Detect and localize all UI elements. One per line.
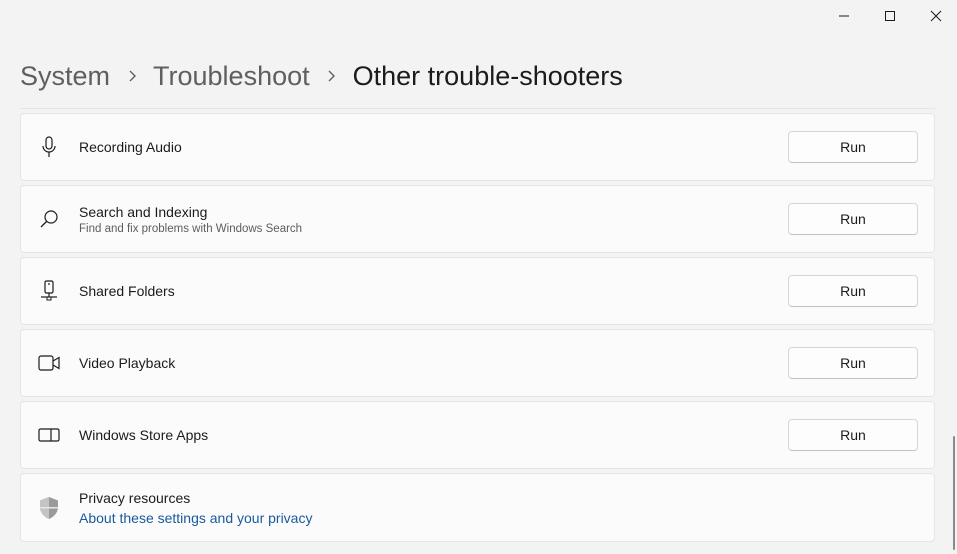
troubleshooter-recording-audio: Recording Audio Run [20, 113, 935, 181]
privacy-title: Privacy resources [79, 490, 191, 506]
scrollbar[interactable] [953, 436, 955, 550]
shield-icon [38, 497, 60, 519]
search-icon [38, 208, 60, 230]
microphone-icon [38, 136, 60, 158]
troubleshooter-video-playback: Video Playback Run [20, 329, 935, 397]
run-video-playback-button[interactable]: Run [788, 347, 918, 379]
troubleshooter-title: Search and Indexing [79, 204, 208, 220]
troubleshooter-description: Find and fix problems with Windows Searc… [79, 223, 303, 235]
privacy-link[interactable]: About these settings and your privacy [79, 510, 312, 526]
run-search-indexing-button[interactable]: Run [788, 203, 918, 235]
troubleshooter-title: Shared Folders [79, 283, 175, 299]
troubleshooter-store-apps: Windows Store Apps Run [20, 401, 935, 469]
troubleshooter-title: Windows Store Apps [79, 427, 209, 443]
run-store-apps-button[interactable]: Run [788, 419, 918, 451]
card-scrolled-edge [20, 104, 935, 109]
troubleshooter-title: Video Playback [79, 355, 176, 371]
privacy-resources-card: Privacy resources About these settings a… [20, 473, 935, 542]
troubleshooter-shared-folders: Shared Folders Run [20, 257, 935, 325]
run-recording-audio-button[interactable]: Run [788, 131, 918, 163]
shared-folder-icon [38, 280, 60, 302]
troubleshooter-title: Recording Audio [79, 139, 182, 155]
store-apps-icon [38, 424, 60, 446]
run-shared-folders-button[interactable]: Run [788, 275, 918, 307]
troubleshooter-search-indexing: Search and Indexing Find and fix problem… [20, 185, 935, 253]
video-camera-icon [38, 352, 60, 374]
troubleshooter-list: Recording Audio Run Search and Indexing … [0, 0, 957, 554]
